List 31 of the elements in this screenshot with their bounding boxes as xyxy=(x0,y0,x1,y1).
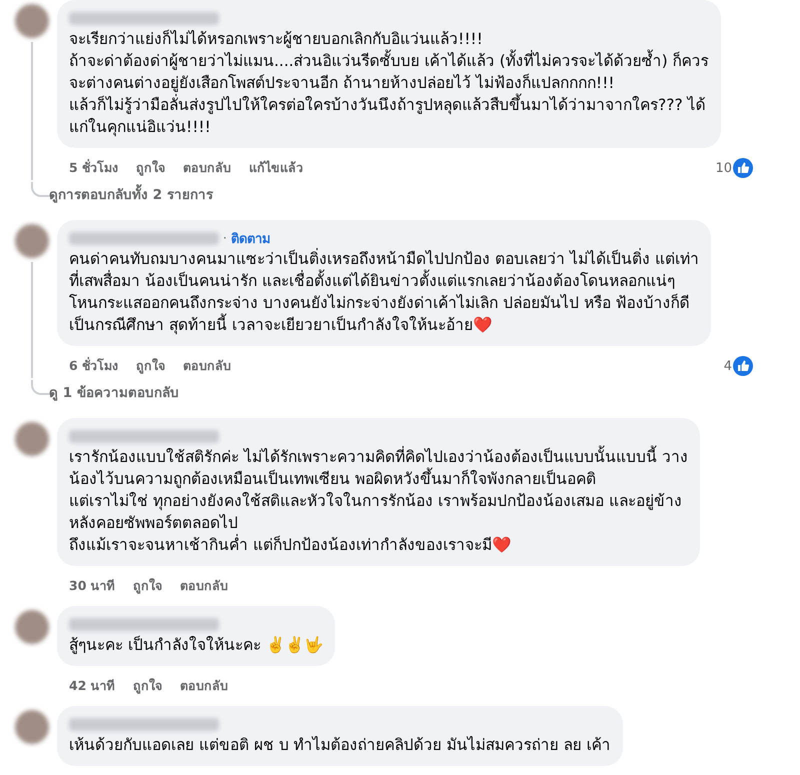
action-link[interactable]: ตอบกลับ xyxy=(180,676,228,696)
comment-text: คนด่าคนทับถมบางคนมาแซะว่าเป็นติ่งเหรอถึงหน้ามืดไปปกป้อง ตอบเลยว่า ไม่ได้เป็นติ่ง แต่เท่า ที่เสพสื่อมา น้องเป็นคนน่ารัก และเชื่อตั้งแต่ได้ยินข่าวตั้งแต่แรกเลยว่าน้องต้องโดนหลอกแน่ๆ โหนกระแสออกคนถึงกระจ่าง บางคนยังไม่กระจ่างยังด่าเค้าไม่เลิก ปล่อยมันไป หรือ ฟ้องบ้างก็ดี เป็นกรณีศึกษา สุดท้ายนี้ เวลาจะเยียวยาเป็นกำลังใจให้นะอ้าย❤ xyxy=(69,248,699,336)
like-icon[interactable] xyxy=(733,356,753,376)
timestamp-link[interactable]: 30 นาที xyxy=(69,576,115,596)
comment-text: สู้ๆนะคะ เป็นกำลังใจให้นะคะ ✌✌🤟 xyxy=(69,634,323,656)
action-link[interactable]: ถูกใจ xyxy=(132,676,162,696)
view-replies-link[interactable]: ดูการตอบกลับทั้ง 2 รายการ xyxy=(49,182,785,212)
action-link[interactable]: แก้ไขแล้ว xyxy=(249,158,304,178)
avatar[interactable] xyxy=(15,422,49,456)
comment-text: เห้นด้วยกับแอดเลย แต่ขอติ ผช บ ทำไมต้องถ่ายคลิปด้วย มันไม่สมควรถ่าย ลย เค้า xyxy=(69,735,610,756)
like-icon[interactable] xyxy=(733,158,753,178)
action-link[interactable]: ตอบกลับ xyxy=(183,356,232,376)
avatar[interactable] xyxy=(15,224,49,258)
action-link[interactable]: ตอบกลับ xyxy=(183,158,232,178)
timestamp-link[interactable]: 6 ชั่วโมง xyxy=(69,356,118,376)
follow-link[interactable]: ติดตาม xyxy=(230,228,271,248)
comment-text: เรารักน้องแบบใช้สติรักค่ะ ไม่ได้รักเพราะความคิดที่คิดไปเองว่าน้องต้องเป็นแบบนั้นแบบนี้ วาง น้องไว้บนความถูกต้องเหมือนเป็นเทพเซียน พอผิดหวังขึ้นมาก็ใจพังกลายเป็นอคติ แต่เราไม่ใช่ ทุกอย่างยังคงใช้สติและหัวใจในการรักน้อง เราพร้อมปกป้องน้องเสมอ และอยู่ข้าง หลังคอยซัพพอร์ตตลอดไป ถึงแม้เราจะจนหาเช้ากินค่ำ แต่ก็ปกป้องน้องเท่ากำลังของเราจะมี❤ xyxy=(69,446,688,556)
action-link[interactable]: ถูกใจ xyxy=(136,356,166,376)
avatar[interactable] xyxy=(15,610,49,644)
reaction-count[interactable]: 4 xyxy=(724,358,732,374)
reaction-count[interactable]: 10 xyxy=(715,160,732,176)
view-replies-link[interactable]: ดู 1 ข้อความตอบกลับ xyxy=(49,380,785,410)
avatar[interactable] xyxy=(15,4,49,38)
separator-dot: · xyxy=(223,231,227,245)
timestamp-link[interactable]: 5 ชั่วโมง xyxy=(69,158,118,178)
timestamp-link[interactable]: 42 นาที xyxy=(69,676,115,696)
comment-text: จะเรียกว่าแย่งก็ไม่ได้หรอกเพราะผู้ชายบอกเลิกกับอิแว่นแล้ว!!!! ถ้าจะด่าต้องด่าผู้ชายว่าไม่แมน....ส่วนอิแว่นรีดซั้บบย เค้าได้แล้ว (ทั้งที่ไม่ควรจะได้ด้วยซ้ำ) ก็ควร จะต่างคนต่างอยู่ยังเสือกโพสต์ประจานอีก ถ้านายห้างปล่อยไว้ ไม่ฟ้องก็แปลกกกก!!! แล้วก็ไม่รู้ว่ามือลั่นส่งรูปไปให้ใครต่อใครบ้างวันนึงถ้ารูปหลุดแล้วสืบขึ้นมาได้ว่ามาจากใคร??? ได้ แก่ในคุกแน่อิแว่น!!!! xyxy=(69,28,709,138)
action-link[interactable]: ถูกใจ xyxy=(132,576,162,596)
action-link[interactable]: ถูกใจ xyxy=(136,158,166,178)
action-link[interactable]: ตอบกลับ xyxy=(180,576,228,596)
avatar[interactable] xyxy=(15,710,49,744)
